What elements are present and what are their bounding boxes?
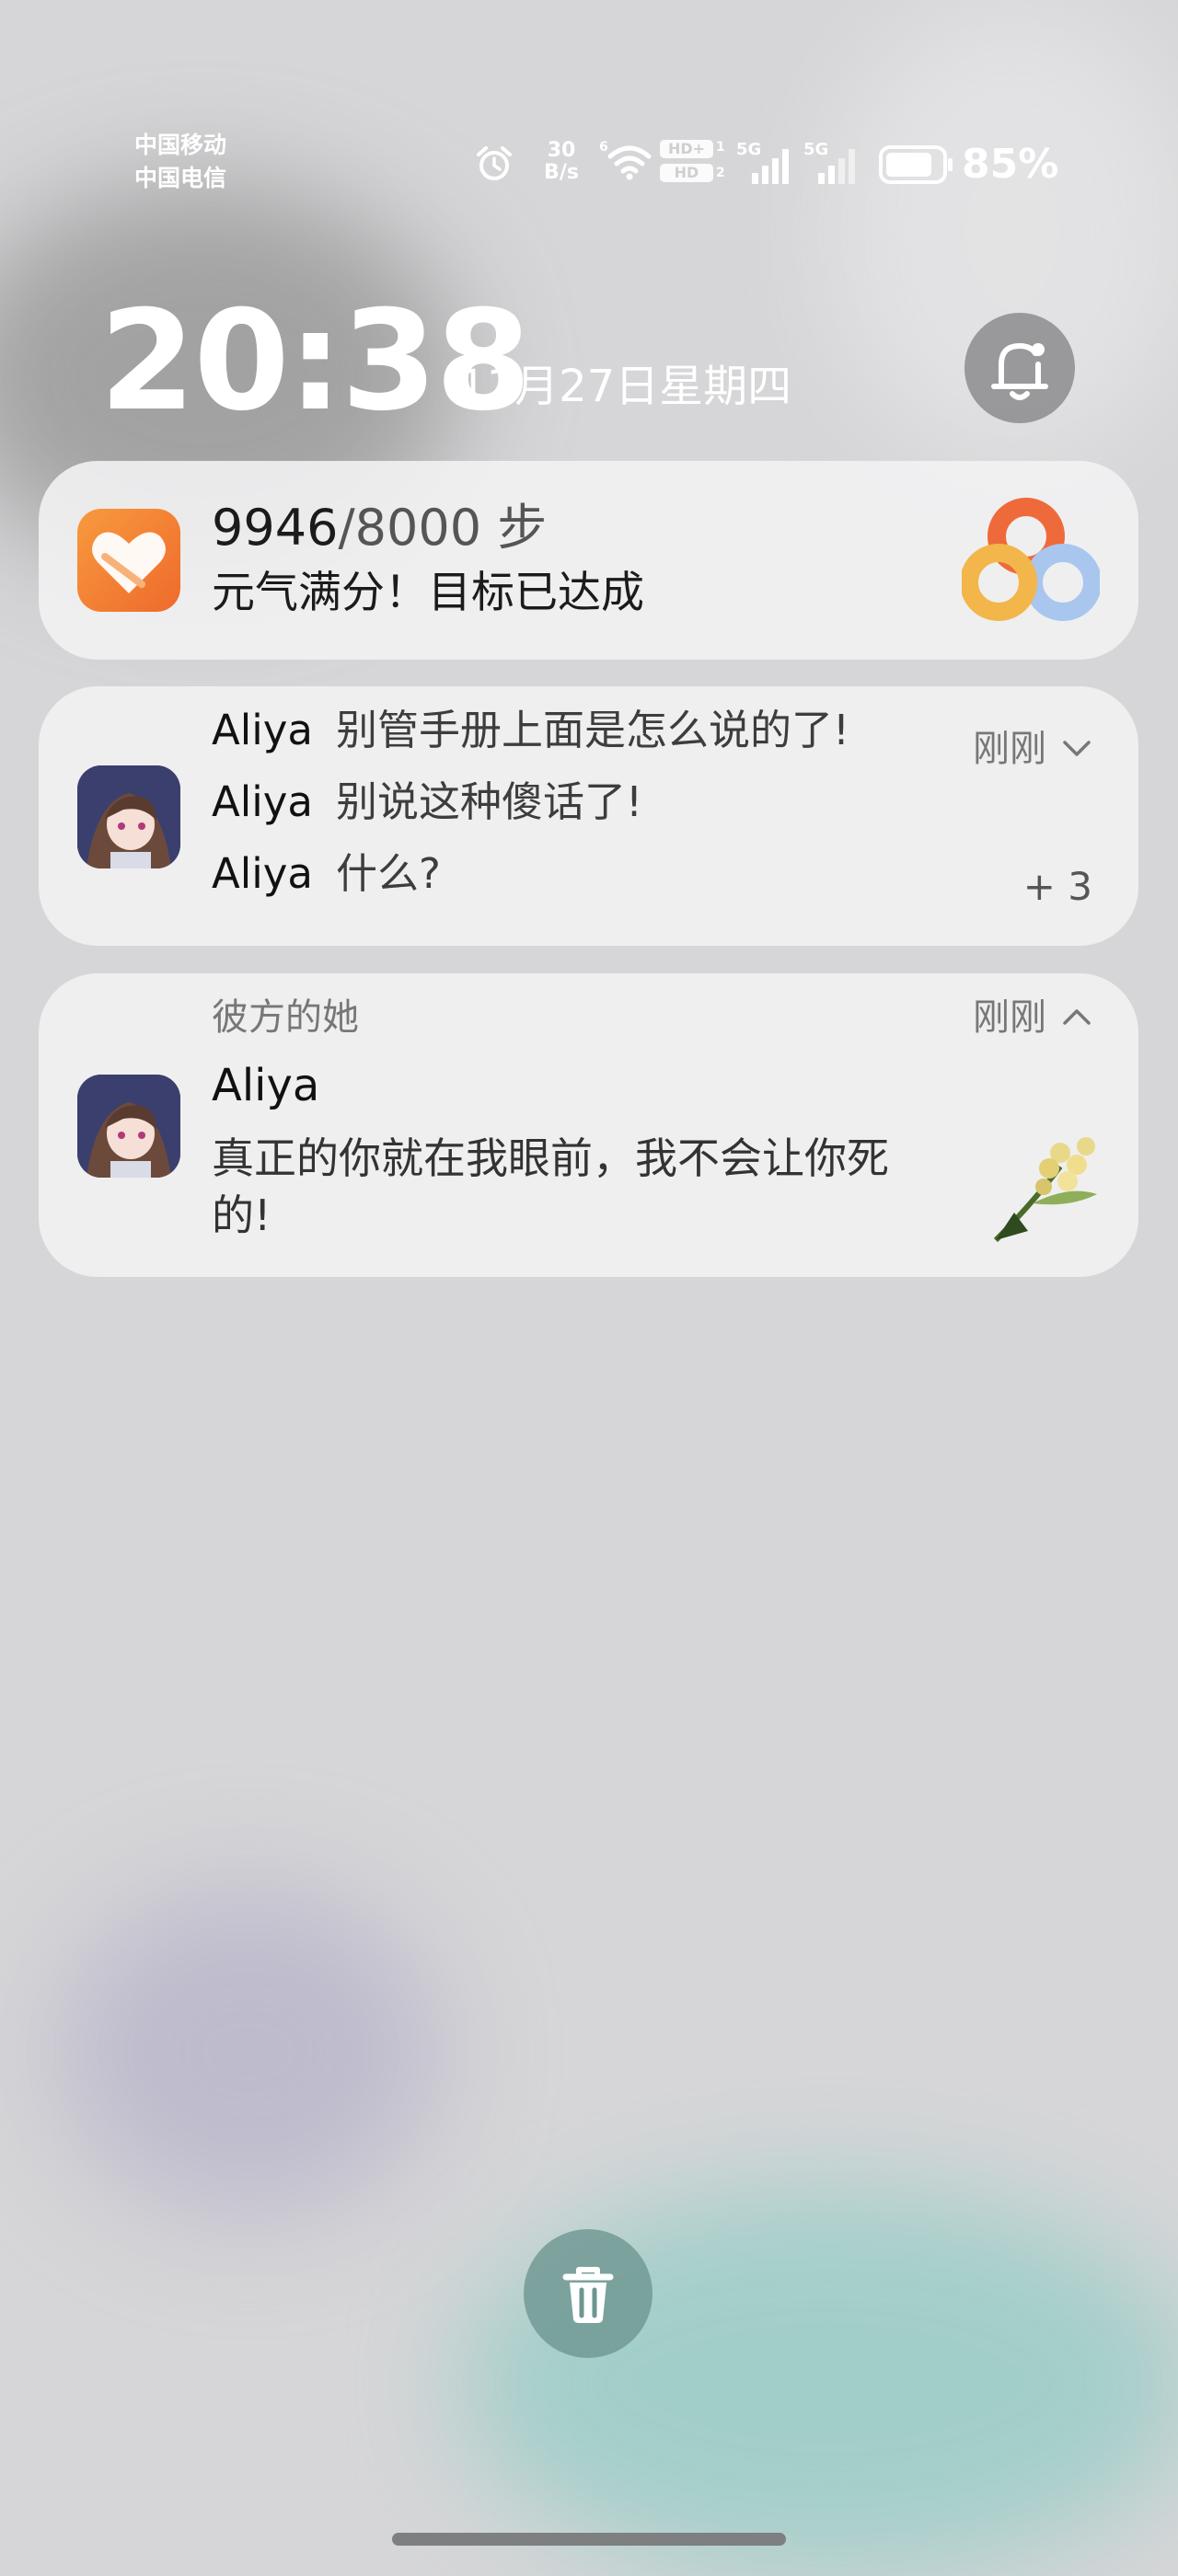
chevron-up-icon[interactable] <box>1061 1001 1092 1032</box>
lock-date: 11月27日星期四 <box>458 361 792 412</box>
step-count: 9946/8000 步 <box>212 496 547 560</box>
network-speed-value: 30 <box>547 139 576 162</box>
message-text: 别管手册上面是怎么说的了! <box>336 706 850 754</box>
message-text: 什么? <box>336 849 441 898</box>
step-count-goal: /8000 步 <box>338 499 548 557</box>
hd-plus-sim-index: 1 <box>716 140 725 155</box>
clear-notifications-button[interactable] <box>524 2229 653 2358</box>
chevron-down-icon[interactable] <box>1061 732 1092 764</box>
activity-rings-icon <box>962 498 1100 621</box>
notification-settings-button[interactable] <box>964 313 1075 423</box>
message-sender: Aliya <box>212 777 313 826</box>
chat-message-row: Aliya 别管手册上面是怎么说的了! <box>212 703 849 758</box>
battery-percentage: 85% <box>962 141 1059 188</box>
message-text: 真正的你就在我眼前，我不会让你死的! <box>212 1133 889 1240</box>
flower-sticker-icon <box>993 1137 1097 1243</box>
hd-badge: HD <box>660 164 713 182</box>
character-avatar-icon <box>77 765 180 868</box>
more-messages-count: + 3 <box>1022 864 1092 909</box>
trash-icon <box>562 2267 614 2323</box>
avatar <box>77 765 180 868</box>
hd-sim-index: 2 <box>716 166 725 180</box>
wifi-icon <box>607 145 652 180</box>
chat-notification-group[interactable]: Aliya 别管手册上面是怎么说的了! Aliya 别说这种傻话了! Aliya 什么… <box>39 686 1138 946</box>
message-sender: Aliya <box>212 1060 320 1111</box>
carrier-names: 中国移动 中国电信 <box>134 129 226 195</box>
carrier-1: 中国移动 <box>134 132 227 158</box>
battery-icon <box>879 145 953 184</box>
chat-group-name: 彼方的她 <box>212 996 359 1039</box>
message-text: 别说这种傻话了! <box>336 777 643 826</box>
alarm-icon <box>477 146 512 180</box>
health-notification[interactable]: 9946/8000 步 元气满分！目标已达成 <box>39 461 1138 660</box>
step-count-current: 9946 <box>212 499 339 557</box>
avatar <box>77 1075 180 1178</box>
home-indicator[interactable] <box>392 2533 786 2546</box>
notification-time: 刚刚 <box>973 996 1046 1039</box>
message-sender: Aliya <box>212 849 313 898</box>
network-speed-unit: B/s <box>544 161 579 184</box>
bell-icon <box>991 342 1048 400</box>
character-avatar-icon <box>77 1075 180 1178</box>
status-icons: 30 B/s 6 HD+ 1 HD 2 5G 5G 85% <box>474 138 1058 193</box>
chat-message-row: Aliya 别说这种傻话了! <box>212 775 642 830</box>
health-message: 元气满分！目标已达成 <box>212 568 644 618</box>
chat-notification[interactable]: 彼方的她 刚刚 Aliya 真正的你就在我眼前，我不会让你死的! <box>39 973 1138 1277</box>
carrier-2: 中国电信 <box>134 165 227 191</box>
sim1-signal-icon <box>752 149 789 184</box>
sim2-signal-icon <box>818 149 855 184</box>
heart-icon <box>92 532 166 593</box>
notification-time: 刚刚 <box>973 728 1046 770</box>
health-app-icon <box>77 509 180 612</box>
chat-message-row: Aliya 什么? <box>212 846 441 902</box>
message-sender: Aliya <box>212 706 313 754</box>
network-speed: 30 B/s <box>538 140 584 184</box>
hd-plus-badge: HD+ <box>660 140 713 158</box>
